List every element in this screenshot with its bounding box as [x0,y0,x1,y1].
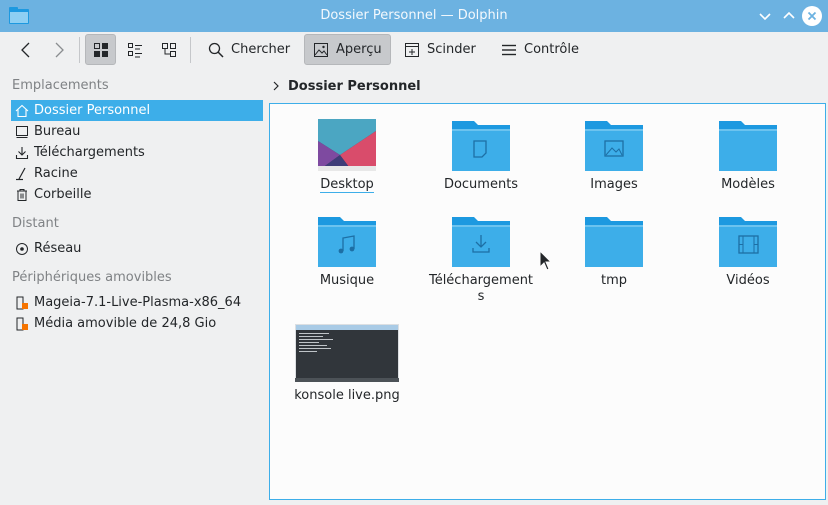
konsole-screenshot-thumbnail [295,324,399,382]
home-icon [15,104,29,118]
split-view-icon [405,42,419,57]
file-item-desktop[interactable]: Desktop [288,119,406,199]
file-item-music[interactable]: Musique [288,215,406,295]
sidebar-item-root[interactable]: Racine [11,163,263,184]
file-name: konsole live.png [294,388,400,403]
network-icon [15,242,29,256]
search-label: Chercher [231,42,291,57]
section-title-removable: Périphériques amovibles [12,270,172,285]
folder-videos-icon [719,217,777,267]
file-name: tmp [600,273,627,288]
file-item-images[interactable]: Images [555,119,673,199]
file-item-tmp[interactable]: tmp [555,215,673,295]
folder-download-icon [452,217,510,267]
maximize-button[interactable] [779,6,799,26]
sidebar-item-label: Téléchargements [34,145,145,160]
toolbar-separator [79,37,80,63]
sidebar-item-downloads[interactable]: Téléchargements [11,142,263,163]
sidebar-item-mageia-live[interactable]: Mageia-7.1-Live-Plasma-x86_64 [11,292,263,313]
folder-documents-icon [452,121,510,171]
chevron-up-icon [783,11,795,19]
preview-button[interactable]: Aperçu [304,34,391,65]
file-item-konsole-png[interactable]: konsole live.png [288,324,406,406]
folder-images-icon [585,121,643,171]
split-button[interactable]: Scinder [398,34,482,65]
toolbar-separator [190,37,191,63]
title-bar[interactable]: Dossier Personnel — Dolphin [0,0,828,32]
sidebar-item-label: Bureau [34,124,81,139]
control-button[interactable]: Contrôle [495,34,585,65]
sidebar-item-home[interactable]: Dossier Personnel [11,100,263,121]
folder-icon [719,121,777,171]
file-name: Documents [443,177,519,192]
breadcrumb-current[interactable]: Dossier Personnel [288,79,421,94]
section-title-remote: Distant [12,216,59,231]
usb-drive-icon [15,317,29,331]
sidebar-item-label: Réseau [34,241,82,256]
sidebar-item-label: Racine [34,166,78,181]
mouse-pointer-icon [539,250,553,271]
close-icon [807,11,817,21]
search-icon [208,42,224,58]
sidebar-item-label: Dossier Personnel [34,103,151,118]
file-name: Images [590,177,638,192]
sidebar-item-removable-media[interactable]: Média amovible de 24,8 Gio [11,313,263,334]
hamburger-menu-icon [502,44,516,55]
window-title: Dossier Personnel — Dolphin [320,8,508,23]
arrow-left-icon [21,42,30,57]
trash-icon [15,188,29,202]
search-button[interactable]: Chercher [202,34,296,65]
back-button[interactable] [12,34,40,65]
compact-view-button[interactable] [120,34,150,65]
file-name: Vidéos [726,273,770,288]
desktop-wallpaper-thumbnail [318,119,376,171]
folder-icon [585,217,643,267]
minimize-button[interactable] [755,6,775,26]
breadcrumb[interactable]: Dossier Personnel [270,76,421,96]
chevron-right-icon [273,81,279,91]
file-name: Musique [319,273,375,288]
image-preview-icon [314,42,328,57]
sidebar-item-label: Média amovible de 24,8 Gio [34,316,217,331]
sidebar-item-trash[interactable]: Corbeille [11,184,263,205]
section-title-places: Emplacements [12,78,109,93]
preview-label: Aperçu [336,42,382,57]
places-panel: Emplacements Dossier Personnel Bureau Té… [0,70,268,505]
file-name: Desktop [320,177,374,193]
sidebar-item-label: Corbeille [34,187,92,202]
download-icon [15,146,29,160]
file-name: Téléchargement s [428,273,534,304]
sidebar-item-desktop[interactable]: Bureau [11,121,263,142]
usb-drive-icon [15,296,29,310]
tree-view-icon [162,42,176,57]
folder-music-icon [318,217,376,267]
file-view[interactable]: Desktop Documents Images Modèles Musique… [269,103,826,500]
root-icon [15,167,29,181]
control-label: Contrôle [524,42,579,57]
split-label: Scinder [427,42,476,57]
file-item-downloads[interactable]: Téléchargement s [422,215,540,311]
chevron-down-icon [759,13,771,21]
grid-view-icon [93,42,108,57]
list-view-icon [128,42,142,57]
desktop-icon [15,125,29,139]
icons-view-button[interactable] [85,34,116,65]
file-item-documents[interactable]: Documents [422,119,540,199]
file-item-templates[interactable]: Modèles [689,119,807,199]
toolbar: Chercher Aperçu Scinder Contrôle [0,32,828,68]
sidebar-item-network[interactable]: Réseau [11,238,263,259]
tree-view-button[interactable] [154,34,184,65]
close-button[interactable] [802,6,822,26]
file-name: Modèles [721,177,775,192]
arrow-right-icon [55,42,64,57]
forward-button[interactable] [45,34,73,65]
file-item-videos[interactable]: Vidéos [689,215,807,295]
dolphin-window: Dossier Personnel — Dolphin Chercher Ape… [0,0,828,505]
sidebar-item-label: Mageia-7.1-Live-Plasma-x86_64 [34,295,242,310]
